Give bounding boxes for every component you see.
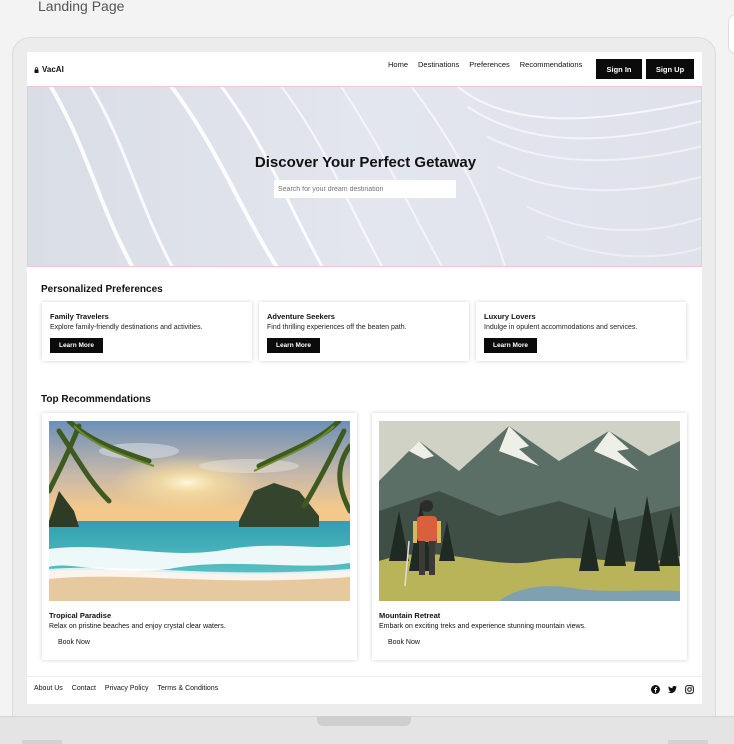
book-now-button[interactable]: Book Now <box>58 639 90 646</box>
twitter-icon[interactable] <box>668 685 677 694</box>
pref-card-title: Adventure Seekers <box>267 312 335 321</box>
pref-card-title: Luxury Lovers <box>484 312 536 321</box>
nav-home[interactable]: Home <box>388 60 408 69</box>
pref-card-desc: Explore family-friendly destinations and… <box>50 324 203 331</box>
website-screen: VacAI Home Destinations Preferences Reco… <box>27 52 702 704</box>
corner-nub <box>728 14 734 54</box>
pref-card-family: Family Travelers Explore family-friendly… <box>42 302 252 361</box>
facebook-icon[interactable] <box>651 685 660 694</box>
learn-more-button[interactable]: Learn More <box>267 338 320 353</box>
laptop-foot-left <box>22 740 62 744</box>
pref-card-desc: Find thrilling experiences off the beate… <box>267 324 407 331</box>
learn-more-button[interactable]: Learn More <box>50 338 103 353</box>
rec-card-tropical: Tropical Paradise Relax on pristine beac… <box>42 413 357 660</box>
laptop-notch <box>317 716 411 726</box>
pref-card-desc: Indulge in opulent accommodations and se… <box>484 324 638 331</box>
footer-links: About Us Contact Privacy Policy Terms & … <box>34 685 218 692</box>
brand-logo[interactable]: VacAI <box>34 65 64 74</box>
footer-terms-link[interactable]: Terms & Conditions <box>158 685 219 692</box>
nav-recommendations[interactable]: Recommendations <box>520 60 583 69</box>
pref-card-adventure: Adventure Seekers Find thrilling experie… <box>259 302 469 361</box>
rec-card-mountain: Mountain Retreat Embark on exciting trek… <box>372 413 687 660</box>
hero-title: Discover Your Perfect Getaway <box>254 154 477 171</box>
nav-links: Home Destinations Preferences Recommenda… <box>388 60 582 69</box>
brand-name: VacAI <box>42 65 64 74</box>
instagram-icon[interactable] <box>685 685 694 694</box>
lock-icon <box>34 66 39 73</box>
preferences-title: Personalized Preferences <box>41 284 163 295</box>
laptop-foot-right <box>668 740 708 744</box>
rec-card-title: Mountain Retreat <box>379 611 441 620</box>
footer-contact-link[interactable]: Contact <box>72 685 96 692</box>
social-links <box>651 685 694 694</box>
top-nav: VacAI Home Destinations Preferences Reco… <box>27 52 702 86</box>
mountain-hiker-image <box>379 421 680 601</box>
destination-search-input[interactable] <box>274 180 456 198</box>
book-now-button[interactable]: Book Now <box>388 639 420 646</box>
rec-card-title: Tropical Paradise <box>49 611 112 620</box>
hero-wave-lines <box>28 87 701 266</box>
nav-destinations[interactable]: Destinations <box>418 60 459 69</box>
tropical-beach-image <box>49 421 350 601</box>
sign-in-button[interactable]: Sign In <box>596 59 642 79</box>
rec-card-desc: Embark on exciting treks and experience … <box>379 623 586 630</box>
page-label: Landing Page <box>38 0 125 14</box>
footer-privacy-link[interactable]: Privacy Policy <box>105 685 149 692</box>
rec-card-desc: Relax on pristine beaches and enjoy crys… <box>49 623 226 630</box>
hero-banner: Discover Your Perfect Getaway <box>27 86 702 267</box>
footer-about-link[interactable]: About Us <box>34 685 63 692</box>
pref-card-title: Family Travelers <box>50 312 109 321</box>
footer: About Us Contact Privacy Policy Terms & … <box>27 676 702 704</box>
pref-card-luxury: Luxury Lovers Indulge in opulent accommo… <box>476 302 686 361</box>
learn-more-button[interactable]: Learn More <box>484 338 537 353</box>
nav-preferences[interactable]: Preferences <box>469 60 509 69</box>
recommendations-title: Top Recommendations <box>41 394 151 405</box>
sign-up-button[interactable]: Sign Up <box>646 59 694 79</box>
